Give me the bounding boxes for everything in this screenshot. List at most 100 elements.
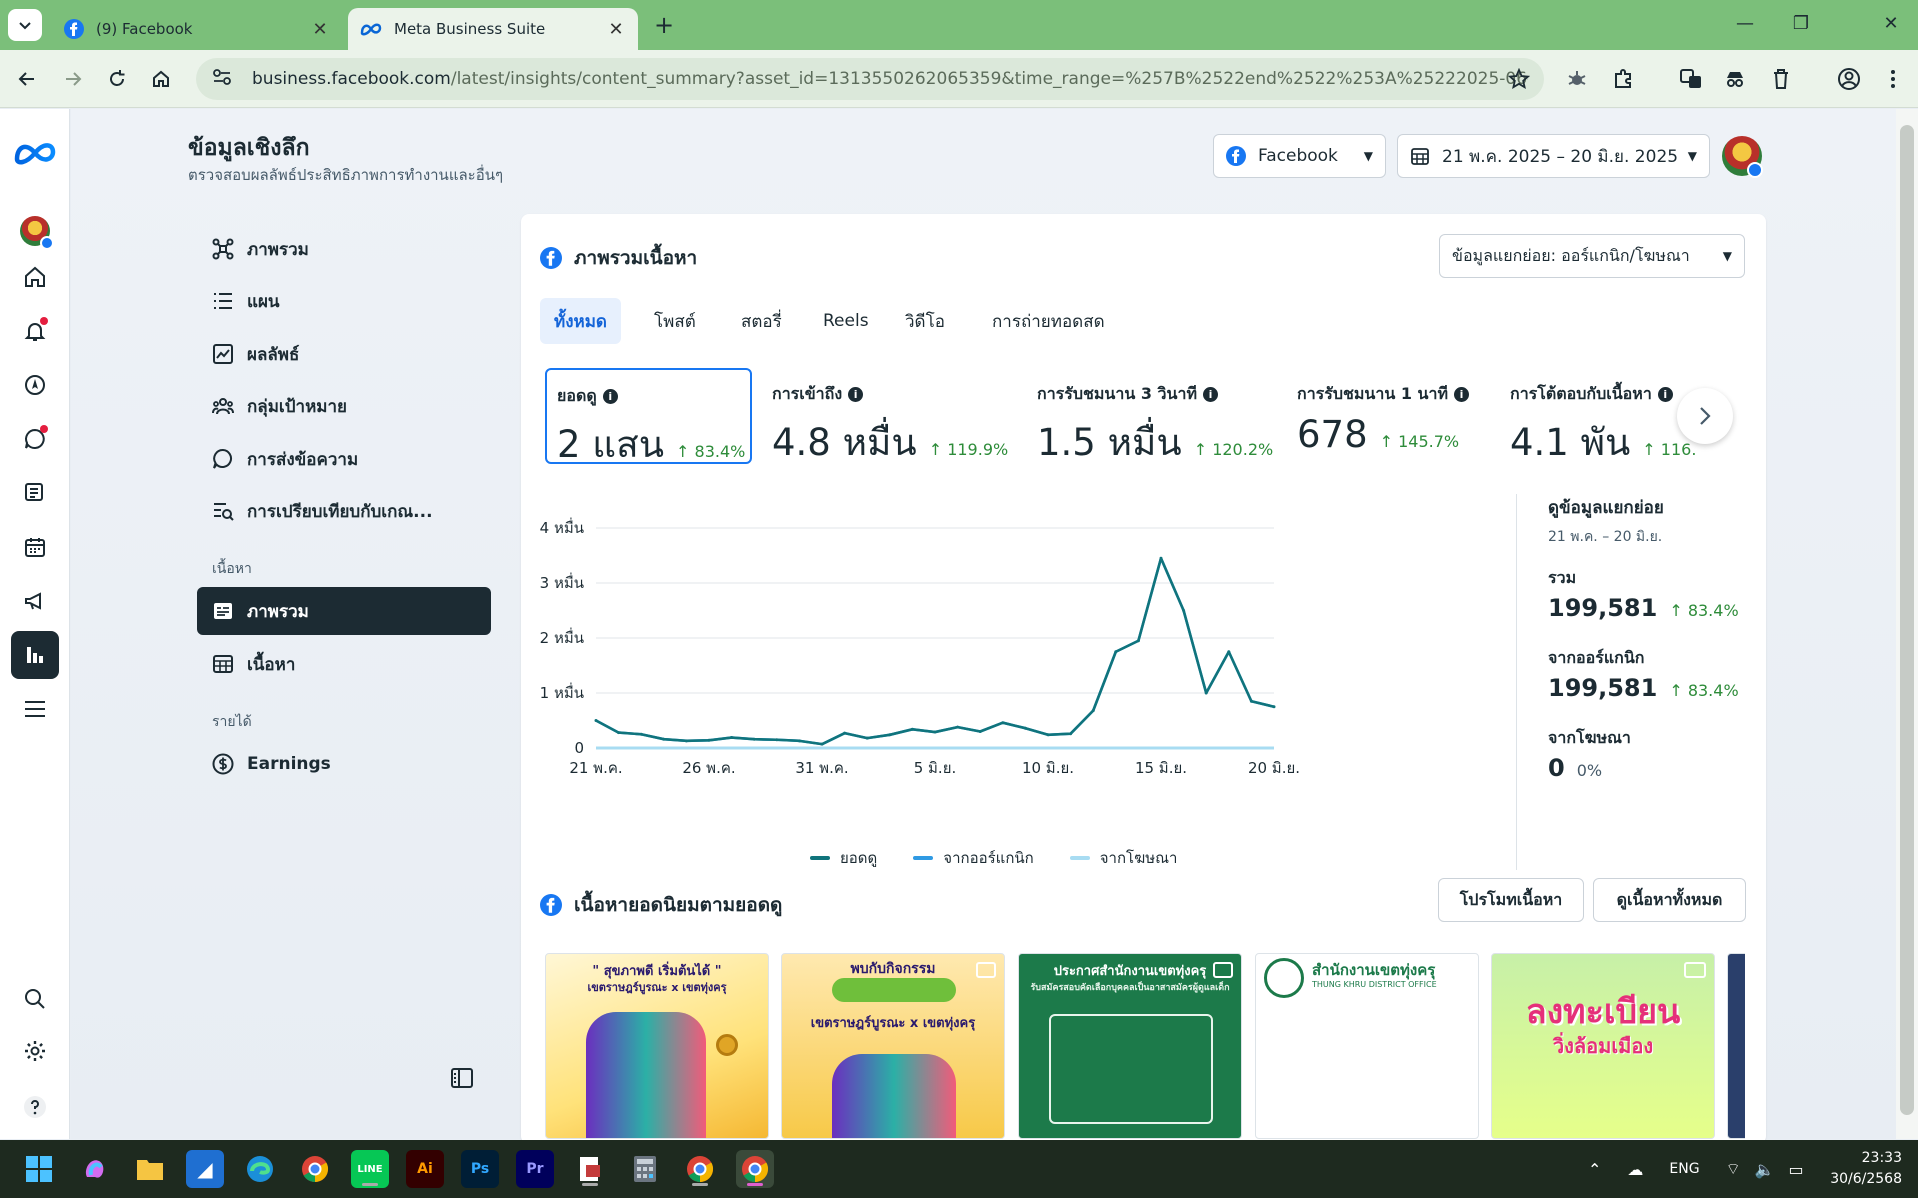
- photoshop-app[interactable]: Ps: [461, 1150, 499, 1188]
- rail-insights[interactable]: [11, 631, 59, 679]
- kebab-menu-icon[interactable]: [1878, 64, 1908, 94]
- copilot-app[interactable]: [76, 1150, 114, 1188]
- home-button[interactable]: [146, 64, 176, 94]
- new-tab-button[interactable]: +: [650, 12, 678, 40]
- tab-posts[interactable]: โพสต์: [640, 298, 710, 344]
- info-icon[interactable]: i: [848, 387, 864, 402]
- chrome-app[interactable]: [296, 1150, 334, 1188]
- subnav-earnings[interactable]: Earnings: [197, 740, 491, 788]
- puzzle-extension-icon[interactable]: [1608, 64, 1638, 94]
- tab-search-button[interactable]: [8, 9, 42, 41]
- metric-1min-views[interactable]: การรับชมนาน 1 นาที i 678 ↑ 145.7%: [1287, 368, 1497, 464]
- tab-live[interactable]: การถ่ายทอดสด: [978, 298, 1119, 344]
- close-icon[interactable]: ✕: [310, 19, 330, 40]
- file-explorer-app[interactable]: [131, 1150, 169, 1188]
- info-icon[interactable]: i: [1203, 387, 1219, 402]
- page-scrollbar-thumb[interactable]: [1900, 125, 1914, 1115]
- legend-item-views[interactable]: ยอดดู: [810, 846, 877, 870]
- metric-3s-views[interactable]: การรับชมนาน 3 วินาที i 1.5 หมื่น ↑ 120.2%: [1027, 368, 1277, 464]
- chrome-active-app[interactable]: [736, 1150, 774, 1188]
- subnav-benchmark[interactable]: การเปรียบเทียบกับเกณ...: [197, 487, 491, 535]
- content-thumbnail[interactable]: [1727, 953, 1745, 1139]
- legend-item-organic[interactable]: จากออร์แกนิก: [913, 846, 1034, 870]
- address-bar[interactable]: business.facebook.com /latest/insights/c…: [196, 58, 1544, 100]
- rail-search[interactable]: [11, 975, 59, 1023]
- breakdown-dropdown[interactable]: ข้อมูลแยกย่อย: ออร์แกนิก/โฆษณา ▼: [1439, 234, 1745, 278]
- edge-app[interactable]: [241, 1150, 279, 1188]
- app-generic-blue[interactable]: ◢: [186, 1150, 224, 1188]
- windows-start-button[interactable]: [20, 1150, 58, 1188]
- restore-button[interactable]: ❐: [1778, 10, 1824, 38]
- info-icon[interactable]: i: [1657, 387, 1673, 402]
- info-icon[interactable]: i: [602, 389, 618, 404]
- rail-help[interactable]: [11, 1083, 59, 1131]
- system-clock[interactable]: 23:33 30/6/2568: [1822, 1148, 1902, 1190]
- subnav-plan[interactable]: แผน: [197, 277, 491, 325]
- subnav-messaging[interactable]: การส่งข้อความ: [197, 435, 491, 483]
- illustrator-app[interactable]: Ai: [406, 1150, 444, 1188]
- date-range-picker[interactable]: 21 พ.ค. 2025 – 20 มิ.ย. 2025 ▼: [1397, 134, 1710, 178]
- document-app[interactable]: [571, 1150, 609, 1188]
- rail-menu[interactable]: [11, 685, 59, 733]
- content-thumbnail[interactable]: พบกับกิจกรรม เขตราษฎร์บูรณะ x เขตทุ่งครุ: [781, 953, 1005, 1139]
- subnav-results[interactable]: ผลลัพธ์: [197, 330, 491, 378]
- wifi-icon[interactable]: ⌔: [1726, 1159, 1741, 1179]
- onedrive-icon[interactable]: ☁: [1627, 1160, 1643, 1179]
- translate-extension-icon[interactable]: [1676, 64, 1706, 94]
- forward-button[interactable]: [58, 64, 88, 94]
- minimize-button[interactable]: —: [1722, 10, 1768, 38]
- info-icon[interactable]: i: [1454, 387, 1470, 402]
- battery-icon[interactable]: ▭: [1789, 1160, 1804, 1179]
- close-window-button[interactable]: ✕: [1868, 10, 1914, 38]
- metric-reach[interactable]: การเข้าถึง i 4.8 หมื่น ↑ 119.9%: [762, 368, 1017, 464]
- rail-inbox[interactable]: [11, 415, 59, 463]
- rail-content[interactable]: [11, 469, 59, 517]
- legend-item-ads[interactable]: จากโฆษณา: [1069, 846, 1177, 870]
- page-scrollbar[interactable]: [1896, 109, 1918, 1139]
- platform-dropdown[interactable]: Facebook ▼: [1213, 134, 1386, 178]
- bookmark-star-icon[interactable]: [1507, 67, 1531, 95]
- tab-reels[interactable]: Reels: [809, 298, 883, 344]
- bug-extension-icon[interactable]: [1562, 64, 1592, 94]
- page-avatar-button[interactable]: [11, 207, 59, 255]
- rail-navigation[interactable]: [11, 361, 59, 409]
- subnav-content[interactable]: เนื้อหา: [197, 640, 491, 688]
- volume-icon[interactable]: 🔈: [1755, 1160, 1775, 1179]
- chevron-up-icon[interactable]: ⌃: [1588, 1160, 1601, 1179]
- subnav-content-overview[interactable]: ภาพรวม: [197, 587, 491, 635]
- rail-settings[interactable]: [11, 1027, 59, 1075]
- chrome-profile-app[interactable]: [681, 1150, 719, 1188]
- subnav-overview[interactable]: ภาพรวม: [197, 225, 491, 273]
- line-app[interactable]: LINE: [351, 1150, 389, 1188]
- content-thumbnail[interactable]: ประกาศสำนักงานเขตทุ่งครุ รับสมัครสอบคัดเ…: [1018, 953, 1242, 1139]
- meta-logo-button[interactable]: [11, 129, 59, 177]
- premiere-app[interactable]: Pr: [516, 1150, 554, 1188]
- content-thumbnail[interactable]: " สุขภาพดี เริ่มต้นได้ " เขตราษฎร์บูรณะ …: [545, 953, 769, 1139]
- calculator-app[interactable]: [626, 1150, 664, 1188]
- close-icon[interactable]: ✕: [606, 19, 626, 40]
- metric-views[interactable]: ยอดดู i 2 แสน ↑ 83.4%: [545, 368, 752, 466]
- view-all-content-button[interactable]: ดูเนื้อหาทั้งหมด: [1593, 878, 1746, 922]
- tab-stories[interactable]: สตอรี่: [727, 298, 796, 344]
- content-thumbnail[interactable]: สำนักงานเขตทุ่งครุ THUNG KHRU DISTRICT O…: [1255, 953, 1479, 1139]
- back-button[interactable]: [12, 64, 42, 94]
- profile-icon[interactable]: [1834, 64, 1864, 94]
- collapse-sidebar-icon[interactable]: [450, 1066, 476, 1092]
- rail-ads[interactable]: [11, 577, 59, 625]
- tab-videos[interactable]: วิดีโอ: [891, 298, 959, 344]
- rail-home[interactable]: [11, 253, 59, 301]
- tab-all[interactable]: ทั้งหมด: [540, 298, 621, 344]
- subnav-audience[interactable]: กลุ่มเป้าหมาย: [197, 382, 491, 430]
- tab-meta-business-suite[interactable]: Meta Business Suite ✕: [348, 8, 638, 50]
- trash-extension-icon[interactable]: [1766, 64, 1796, 94]
- language-indicator[interactable]: ENG: [1669, 1161, 1699, 1177]
- tab-facebook[interactable]: (9) Facebook ✕: [52, 8, 342, 50]
- rail-notifications[interactable]: [11, 307, 59, 355]
- rail-planner[interactable]: [11, 523, 59, 571]
- content-thumbnail[interactable]: ลงทะเบียน วิ่งล้อมเมือง: [1491, 953, 1715, 1139]
- site-settings-icon[interactable]: [212, 68, 232, 91]
- reload-button[interactable]: [102, 64, 132, 94]
- incognito-extension-icon[interactable]: [1720, 64, 1750, 94]
- promote-content-button[interactable]: โปรโมทเนื้อหา: [1438, 878, 1584, 922]
- metrics-next-button[interactable]: [1677, 388, 1733, 444]
